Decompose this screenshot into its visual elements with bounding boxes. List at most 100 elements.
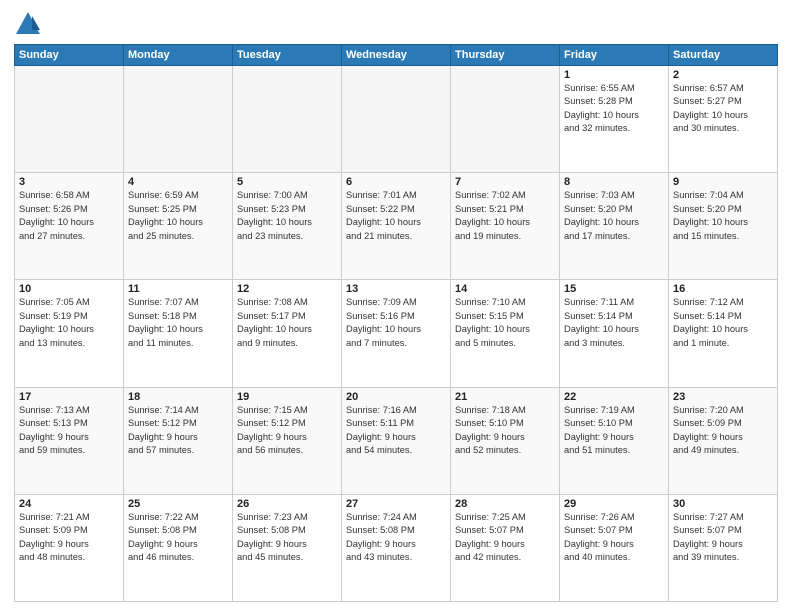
weekday-header-tuesday: Tuesday (233, 45, 342, 66)
page: SundayMondayTuesdayWednesdayThursdayFrid… (0, 0, 792, 612)
day-number: 5 (237, 176, 337, 188)
day-cell: 21Sunrise: 7:18 AM Sunset: 5:10 PM Dayli… (451, 387, 560, 494)
day-number: 7 (455, 176, 555, 188)
weekday-header-wednesday: Wednesday (342, 45, 451, 66)
day-number: 20 (346, 391, 446, 403)
day-info: Sunrise: 7:19 AM Sunset: 5:10 PM Dayligh… (564, 404, 664, 458)
day-cell: 11Sunrise: 7:07 AM Sunset: 5:18 PM Dayli… (124, 280, 233, 387)
day-info: Sunrise: 7:25 AM Sunset: 5:07 PM Dayligh… (455, 511, 555, 565)
day-info: Sunrise: 6:58 AM Sunset: 5:26 PM Dayligh… (19, 189, 119, 243)
day-cell: 10Sunrise: 7:05 AM Sunset: 5:19 PM Dayli… (15, 280, 124, 387)
day-number: 28 (455, 498, 555, 510)
day-info: Sunrise: 7:26 AM Sunset: 5:07 PM Dayligh… (564, 511, 664, 565)
day-cell (15, 66, 124, 173)
day-info: Sunrise: 7:23 AM Sunset: 5:08 PM Dayligh… (237, 511, 337, 565)
day-number: 15 (564, 283, 664, 295)
week-row-2: 3Sunrise: 6:58 AM Sunset: 5:26 PM Daylig… (15, 173, 778, 280)
day-number: 30 (673, 498, 773, 510)
day-number: 18 (128, 391, 228, 403)
day-info: Sunrise: 7:14 AM Sunset: 5:12 PM Dayligh… (128, 404, 228, 458)
day-info: Sunrise: 7:15 AM Sunset: 5:12 PM Dayligh… (237, 404, 337, 458)
day-info: Sunrise: 7:18 AM Sunset: 5:10 PM Dayligh… (455, 404, 555, 458)
day-number: 3 (19, 176, 119, 188)
day-cell: 29Sunrise: 7:26 AM Sunset: 5:07 PM Dayli… (560, 494, 669, 601)
weekday-header-saturday: Saturday (669, 45, 778, 66)
day-cell: 4Sunrise: 6:59 AM Sunset: 5:25 PM Daylig… (124, 173, 233, 280)
day-info: Sunrise: 7:01 AM Sunset: 5:22 PM Dayligh… (346, 189, 446, 243)
day-cell: 7Sunrise: 7:02 AM Sunset: 5:21 PM Daylig… (451, 173, 560, 280)
day-cell: 13Sunrise: 7:09 AM Sunset: 5:16 PM Dayli… (342, 280, 451, 387)
day-cell: 12Sunrise: 7:08 AM Sunset: 5:17 PM Dayli… (233, 280, 342, 387)
day-info: Sunrise: 6:59 AM Sunset: 5:25 PM Dayligh… (128, 189, 228, 243)
day-info: Sunrise: 7:08 AM Sunset: 5:17 PM Dayligh… (237, 296, 337, 350)
day-cell: 16Sunrise: 7:12 AM Sunset: 5:14 PM Dayli… (669, 280, 778, 387)
day-number: 13 (346, 283, 446, 295)
day-number: 12 (237, 283, 337, 295)
day-cell: 2Sunrise: 6:57 AM Sunset: 5:27 PM Daylig… (669, 66, 778, 173)
day-info: Sunrise: 7:10 AM Sunset: 5:15 PM Dayligh… (455, 296, 555, 350)
day-number: 17 (19, 391, 119, 403)
day-info: Sunrise: 7:09 AM Sunset: 5:16 PM Dayligh… (346, 296, 446, 350)
day-info: Sunrise: 7:21 AM Sunset: 5:09 PM Dayligh… (19, 511, 119, 565)
day-cell: 9Sunrise: 7:04 AM Sunset: 5:20 PM Daylig… (669, 173, 778, 280)
day-info: Sunrise: 6:57 AM Sunset: 5:27 PM Dayligh… (673, 82, 773, 136)
day-cell (342, 66, 451, 173)
day-number: 21 (455, 391, 555, 403)
logo (14, 10, 46, 38)
day-number: 27 (346, 498, 446, 510)
day-info: Sunrise: 7:24 AM Sunset: 5:08 PM Dayligh… (346, 511, 446, 565)
day-cell: 26Sunrise: 7:23 AM Sunset: 5:08 PM Dayli… (233, 494, 342, 601)
weekday-header-thursday: Thursday (451, 45, 560, 66)
day-cell: 15Sunrise: 7:11 AM Sunset: 5:14 PM Dayli… (560, 280, 669, 387)
day-number: 29 (564, 498, 664, 510)
day-number: 16 (673, 283, 773, 295)
day-info: Sunrise: 7:04 AM Sunset: 5:20 PM Dayligh… (673, 189, 773, 243)
day-cell (124, 66, 233, 173)
day-cell: 23Sunrise: 7:20 AM Sunset: 5:09 PM Dayli… (669, 387, 778, 494)
day-info: Sunrise: 7:07 AM Sunset: 5:18 PM Dayligh… (128, 296, 228, 350)
day-number: 19 (237, 391, 337, 403)
week-row-4: 17Sunrise: 7:13 AM Sunset: 5:13 PM Dayli… (15, 387, 778, 494)
day-info: Sunrise: 7:11 AM Sunset: 5:14 PM Dayligh… (564, 296, 664, 350)
day-number: 22 (564, 391, 664, 403)
day-number: 11 (128, 283, 228, 295)
day-cell (233, 66, 342, 173)
day-cell: 5Sunrise: 7:00 AM Sunset: 5:23 PM Daylig… (233, 173, 342, 280)
calendar-table: SundayMondayTuesdayWednesdayThursdayFrid… (14, 44, 778, 602)
day-cell: 1Sunrise: 6:55 AM Sunset: 5:28 PM Daylig… (560, 66, 669, 173)
day-info: Sunrise: 6:55 AM Sunset: 5:28 PM Dayligh… (564, 82, 664, 136)
day-cell (451, 66, 560, 173)
weekday-header-sunday: Sunday (15, 45, 124, 66)
day-info: Sunrise: 7:22 AM Sunset: 5:08 PM Dayligh… (128, 511, 228, 565)
week-row-5: 24Sunrise: 7:21 AM Sunset: 5:09 PM Dayli… (15, 494, 778, 601)
day-info: Sunrise: 7:20 AM Sunset: 5:09 PM Dayligh… (673, 404, 773, 458)
day-info: Sunrise: 7:00 AM Sunset: 5:23 PM Dayligh… (237, 189, 337, 243)
day-cell: 24Sunrise: 7:21 AM Sunset: 5:09 PM Dayli… (15, 494, 124, 601)
day-info: Sunrise: 7:27 AM Sunset: 5:07 PM Dayligh… (673, 511, 773, 565)
day-number: 24 (19, 498, 119, 510)
day-cell: 27Sunrise: 7:24 AM Sunset: 5:08 PM Dayli… (342, 494, 451, 601)
day-number: 2 (673, 69, 773, 81)
day-info: Sunrise: 7:16 AM Sunset: 5:11 PM Dayligh… (346, 404, 446, 458)
day-number: 23 (673, 391, 773, 403)
day-cell: 3Sunrise: 6:58 AM Sunset: 5:26 PM Daylig… (15, 173, 124, 280)
day-cell: 25Sunrise: 7:22 AM Sunset: 5:08 PM Dayli… (124, 494, 233, 601)
weekday-header-monday: Monday (124, 45, 233, 66)
day-cell: 22Sunrise: 7:19 AM Sunset: 5:10 PM Dayli… (560, 387, 669, 494)
header (14, 10, 778, 38)
day-cell: 18Sunrise: 7:14 AM Sunset: 5:12 PM Dayli… (124, 387, 233, 494)
week-row-1: 1Sunrise: 6:55 AM Sunset: 5:28 PM Daylig… (15, 66, 778, 173)
day-cell: 17Sunrise: 7:13 AM Sunset: 5:13 PM Dayli… (15, 387, 124, 494)
day-cell: 8Sunrise: 7:03 AM Sunset: 5:20 PM Daylig… (560, 173, 669, 280)
week-row-3: 10Sunrise: 7:05 AM Sunset: 5:19 PM Dayli… (15, 280, 778, 387)
day-cell: 19Sunrise: 7:15 AM Sunset: 5:12 PM Dayli… (233, 387, 342, 494)
day-number: 6 (346, 176, 446, 188)
weekday-header-row: SundayMondayTuesdayWednesdayThursdayFrid… (15, 45, 778, 66)
day-info: Sunrise: 7:13 AM Sunset: 5:13 PM Dayligh… (19, 404, 119, 458)
day-number: 4 (128, 176, 228, 188)
day-info: Sunrise: 7:12 AM Sunset: 5:14 PM Dayligh… (673, 296, 773, 350)
day-number: 10 (19, 283, 119, 295)
day-number: 26 (237, 498, 337, 510)
weekday-header-friday: Friday (560, 45, 669, 66)
day-cell: 30Sunrise: 7:27 AM Sunset: 5:07 PM Dayli… (669, 494, 778, 601)
